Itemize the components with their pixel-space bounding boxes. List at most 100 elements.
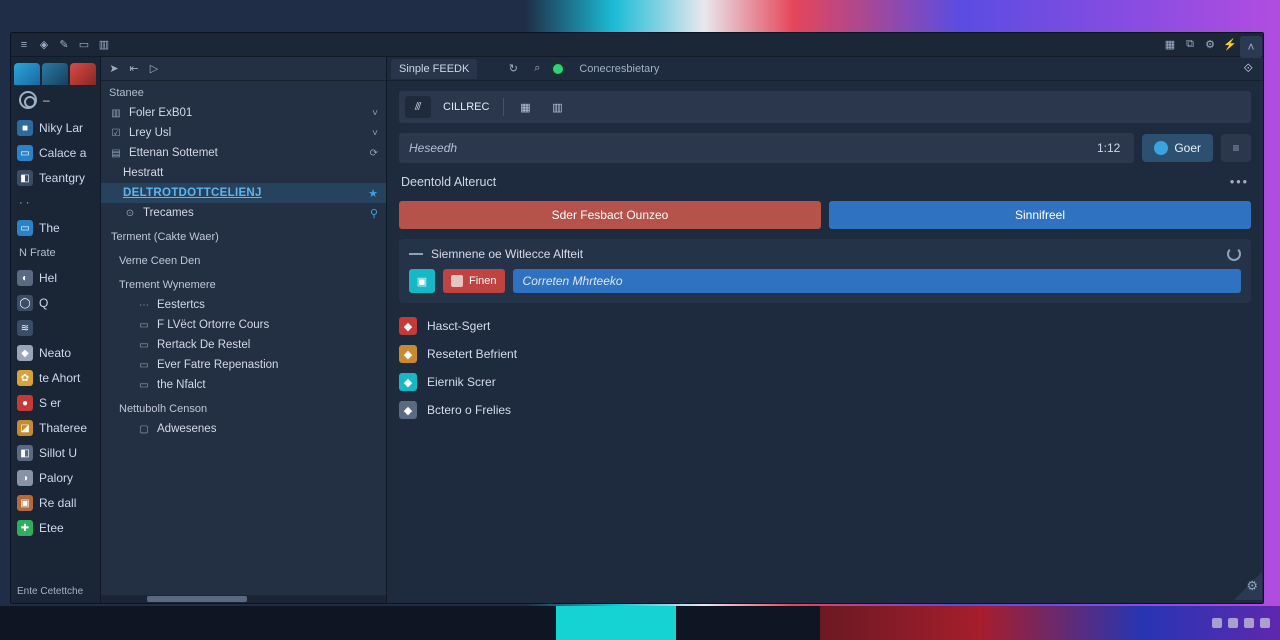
section-overflow-icon[interactable]: ••• [1230,175,1249,189]
search-icon[interactable]: ⌕ [529,61,545,77]
sidebar-item-label: Q [39,296,48,310]
tree-row[interactable]: ▭Ever Fatre Repenastion [101,355,386,375]
search-input[interactable]: Heseedh 1:12 [399,133,1134,163]
tree-row-icon: ▭ [137,358,151,372]
big-button-row: Sder Fesbact Ounzeo Sinnifreel [399,201,1251,229]
corner-gear-icon[interactable]: ⚙ [1246,578,1258,594]
sidebar-item-label: Calace a [39,146,86,160]
panel-gear-icon[interactable]: ⟐ [1244,61,1253,76]
list-item[interactable]: ◆Bctero o Frelies [399,399,1251,421]
big-button-a[interactable]: Sder Fesbact Ounzeo [399,201,821,229]
gear-icon[interactable]: ⚙ [1203,38,1217,52]
back-icon[interactable]: ⇤ [127,62,141,76]
tree-row[interactable]: ▭Rertack De Restel [101,335,386,355]
collapse-chevron-icon[interactable]: ˄ [1240,36,1262,58]
brand-tab-1[interactable] [14,63,40,85]
list-item[interactable]: ◆Resetert Befrient [399,343,1251,365]
tree-row[interactable]: ▤Ettenan Sottemet⟳ [101,143,386,163]
sidebar-item[interactable]: ▭Calace a [13,142,98,164]
search-row: Heseedh 1:12 Goer ≡ [399,133,1251,163]
sub-panel-title: Siemnene oe Witlecce Alfteit [431,247,583,261]
chevron-icon[interactable]: ˅ [372,128,378,139]
tray-icon[interactable] [1260,618,1270,628]
sidebar-item[interactable]: ◪Thateree [13,417,98,439]
refresh-icon[interactable]: ↻ [505,61,521,77]
list-item[interactable]: ◆Hasct-Sgert [399,315,1251,337]
sidebar-item[interactable]: ▭The [13,217,98,239]
window-icon[interactable]: ▭ [77,38,91,52]
app-body: – ■Niky Lar▭Calace a◧Teantgry· ·▭TheN Fr… [11,57,1263,603]
mid-toolbar: ➤ ⇤ ▷ [101,57,386,81]
panel-icon[interactable]: ▥ [97,38,111,52]
chevron-icon[interactable]: ˅ [372,108,378,119]
tree-row[interactable]: ▥Foler ExB01˅ [101,103,386,123]
brand-tab-3[interactable] [70,63,96,85]
tab-secondary[interactable]: Conecresbietary [571,59,667,79]
tree-row-icon: ▥ [109,106,123,120]
bolt-icon[interactable]: ⚡ [1223,38,1237,52]
tool-chart-icon[interactable]: ⫻ [405,96,431,118]
sidebar-item[interactable]: ✚Etee [13,517,98,539]
tool-grid-icon[interactable]: ▦ [512,96,538,118]
tree-row[interactable]: ⊙ Trecames ⚲ [101,203,386,223]
chip-cyan[interactable]: ▣ [409,269,435,293]
brand-tab-2[interactable] [42,63,68,85]
sidebar-item[interactable]: ■Niky Lar [13,117,98,139]
tray-icon[interactable] [1228,618,1238,628]
sidebar-item[interactable]: ◧Sillot U [13,442,98,464]
sidebar-item[interactable]: ◧Teantgry [13,167,98,189]
tree-row[interactable]: Hestratt [101,163,386,183]
sidebar-item[interactable]: ◯Q [13,292,98,314]
chip-red[interactable]: Finen [443,269,505,293]
list-item-label: Hasct-Sgert [427,319,490,333]
sidebar-item-icon: ● [17,395,33,411]
sidebar-item[interactable]: ≋ [13,317,98,339]
go-button[interactable]: Goer [1142,134,1213,162]
big-button-b[interactable]: Sinnifreel [829,201,1251,229]
play-icon[interactable]: ▷ [147,62,161,76]
tab-primary[interactable]: Sinple FEEDK [391,59,477,79]
arrow-icon[interactable]: ➤ [107,62,121,76]
tool-text[interactable]: CILLREC [437,96,495,118]
sidebar-item[interactable]: ▣Re dall [13,492,98,514]
sidebar-item[interactable]: ●S er [13,392,98,414]
grid-icon[interactable]: ▦ [1163,38,1177,52]
tree-row[interactable]: ☑Lrey Usl˅ [101,123,386,143]
sidebar-item[interactable]: · · [13,192,98,214]
mid-scrollbar[interactable] [101,595,386,603]
inline-input[interactable]: Correten Mhrteeko [513,269,1241,293]
tree-row[interactable]: ▭F LVëct Ortorre Cours [101,315,386,335]
tree-row-label: Trecames [143,207,194,219]
system-tray [1212,606,1270,640]
tree-row[interactable]: DELTROTDOTTCELIENJ★ [101,183,386,203]
sidebar-tabstrip [11,57,100,85]
pin-icon[interactable]: ⚲ [370,207,378,220]
mid-scroll-thumb[interactable] [147,596,247,602]
menu-button[interactable]: ≡ [1221,134,1251,162]
menu-icon[interactable]: ≡ [17,38,31,52]
sidebar-item-icon: ▣ [17,495,33,511]
tray-icon[interactable] [1244,618,1254,628]
pin-icon[interactable]: ★ [368,187,378,200]
tree-row-label: Eestertcs [157,299,205,311]
tree-row-icon: ⊙ [123,206,137,220]
tree-row[interactable]: ▭the Nfalct [101,375,386,395]
taskbar [0,606,1280,640]
avatar-row[interactable]: – [11,85,100,115]
tray-icon[interactable] [1212,618,1222,628]
list-item[interactable]: ◆Eiernik Screr [399,371,1251,393]
tool-list-icon[interactable]: ▥ [544,96,570,118]
sidebar-item[interactable]: ✿te Ahort [13,367,98,389]
note-icon[interactable]: ✎ [57,38,71,52]
tab-tools: ↻ ⌕ Conecresbietary [505,59,667,79]
copy-icon[interactable]: ⧉ [1183,38,1197,52]
tag-icon[interactable]: ◈ [37,38,51,52]
sidebar-item[interactable]: N Frate [13,242,98,264]
sidebar-item[interactable]: ◑Palory [13,467,98,489]
taskbar-active[interactable] [556,606,676,640]
sidebar-item[interactable]: ◆Neato [13,342,98,364]
chevron-icon[interactable]: ⟳ [370,148,378,159]
tree-row[interactable]: ▢Adwesenes [101,419,386,439]
tree-row[interactable]: ⋯Eestertcs [101,295,386,315]
sidebar-item[interactable]: ◐Hel [13,267,98,289]
